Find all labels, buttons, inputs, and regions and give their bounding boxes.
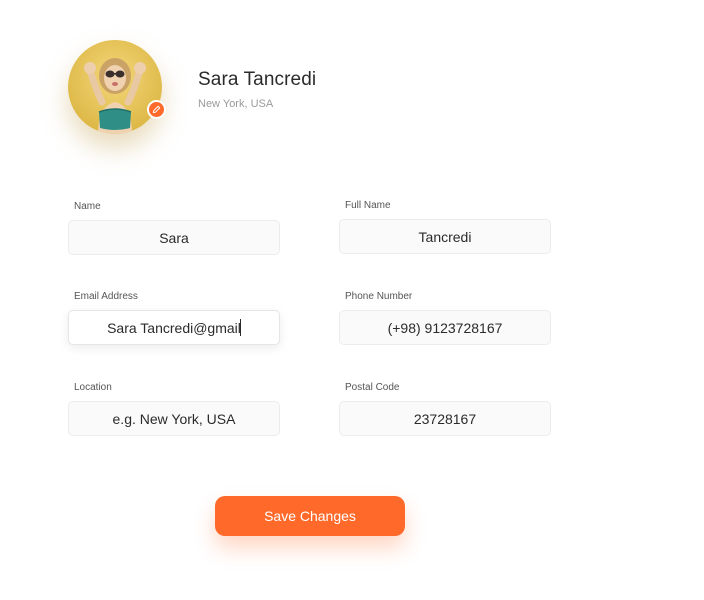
phone-label: Phone Number xyxy=(345,291,413,302)
full-name-input[interactable] xyxy=(339,219,551,254)
avatar[interactable] xyxy=(68,40,162,134)
location-field-group: Location xyxy=(68,381,280,436)
email-field-group: Email Address xyxy=(68,290,280,345)
name-input[interactable] xyxy=(68,220,280,255)
profile-name: Sara Tancredi xyxy=(198,69,317,90)
edit-avatar-button[interactable] xyxy=(147,100,166,119)
full-name-field-group: Full Name xyxy=(339,199,551,254)
name-label: Name xyxy=(74,201,101,212)
postal-code-label: Postal Code xyxy=(345,382,400,393)
pencil-icon xyxy=(152,105,161,114)
full-name-label: Full Name xyxy=(345,200,391,211)
postal-code-input[interactable] xyxy=(339,401,551,436)
postal-code-field-group: Postal Code xyxy=(339,381,551,436)
location-input[interactable] xyxy=(68,401,280,436)
text-caret xyxy=(240,319,241,336)
profile-settings-page: Sara Tancredi New York, USA Name Full Na… xyxy=(0,0,704,600)
phone-field-group: Phone Number xyxy=(339,290,551,345)
location-label: Location xyxy=(74,382,112,393)
phone-input[interactable] xyxy=(339,310,551,345)
email-label: Email Address xyxy=(74,291,138,302)
save-changes-button[interactable]: Save Changes xyxy=(215,496,405,536)
email-input[interactable] xyxy=(68,310,280,345)
profile-location: New York, USA xyxy=(198,98,274,110)
avatar-photo xyxy=(68,40,162,134)
avatar-container xyxy=(68,40,166,134)
name-field-group: Name xyxy=(68,200,280,255)
